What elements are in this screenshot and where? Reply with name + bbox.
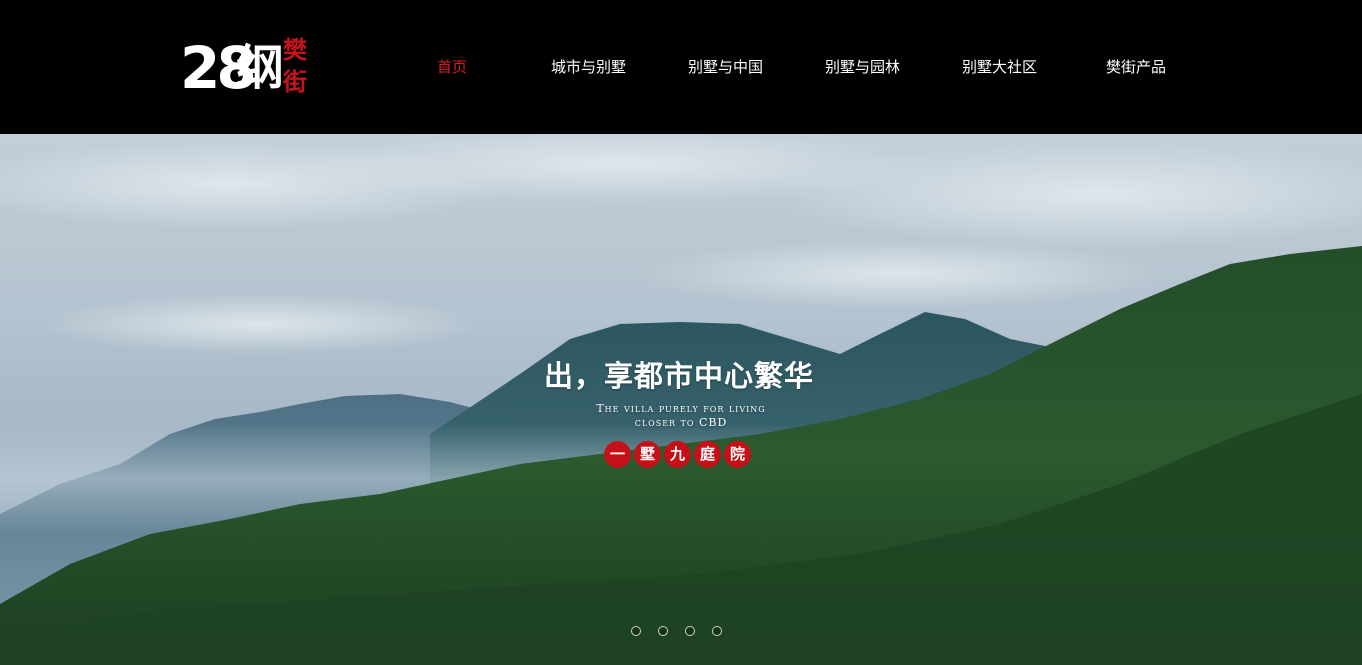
nav-item-city-villa[interactable]: 城市与别墅 [551, 55, 626, 79]
nav-item-fanjie-products[interactable]: 樊街产品 [1106, 55, 1166, 79]
main-nav: 首页 城市与别墅 别墅与中国 别墅与园林 别墅大社区 樊街产品 [0, 55, 1362, 79]
nav-item-villa-china[interactable]: 别墅与中国 [688, 55, 763, 79]
site-header: 28 纲 樊 街 首页 城市与别墅 别墅与中国 别墅与园林 别墅大社区 樊街产品 [0, 0, 1362, 134]
nav-item-home[interactable]: 首页 [437, 55, 467, 79]
hero-subtitle-line2: closer to CBD [634, 416, 728, 429]
hero-seal-char: 一 [604, 441, 631, 468]
hero-banner: 出，享都市中心繁华 The villa purely for living cl… [0, 134, 1362, 665]
hero-subtitle-line1: The villa purely for living [596, 402, 766, 415]
nav-item-villa-garden[interactable]: 别墅与园林 [825, 55, 900, 79]
carousel-dot-3[interactable] [685, 626, 695, 636]
carousel-dot-2[interactable] [658, 626, 668, 636]
hero-headline: 出，享都市中心繁华 [543, 359, 814, 393]
carousel-dot-4[interactable] [712, 626, 722, 636]
hero-landscape-image [0, 134, 1362, 665]
hero-seal-char: 墅 [634, 441, 661, 468]
carousel-pagination [631, 626, 722, 636]
nav-item-villa-community[interactable]: 别墅大社区 [962, 55, 1037, 79]
carousel-dot-1[interactable] [631, 626, 641, 636]
hero-seal-char: 九 [664, 441, 691, 468]
hero-seal-row: 一 墅 九 庭 院 [604, 441, 751, 469]
hero-seal-char: 院 [724, 441, 751, 468]
hero-seal-char: 庭 [694, 441, 721, 468]
